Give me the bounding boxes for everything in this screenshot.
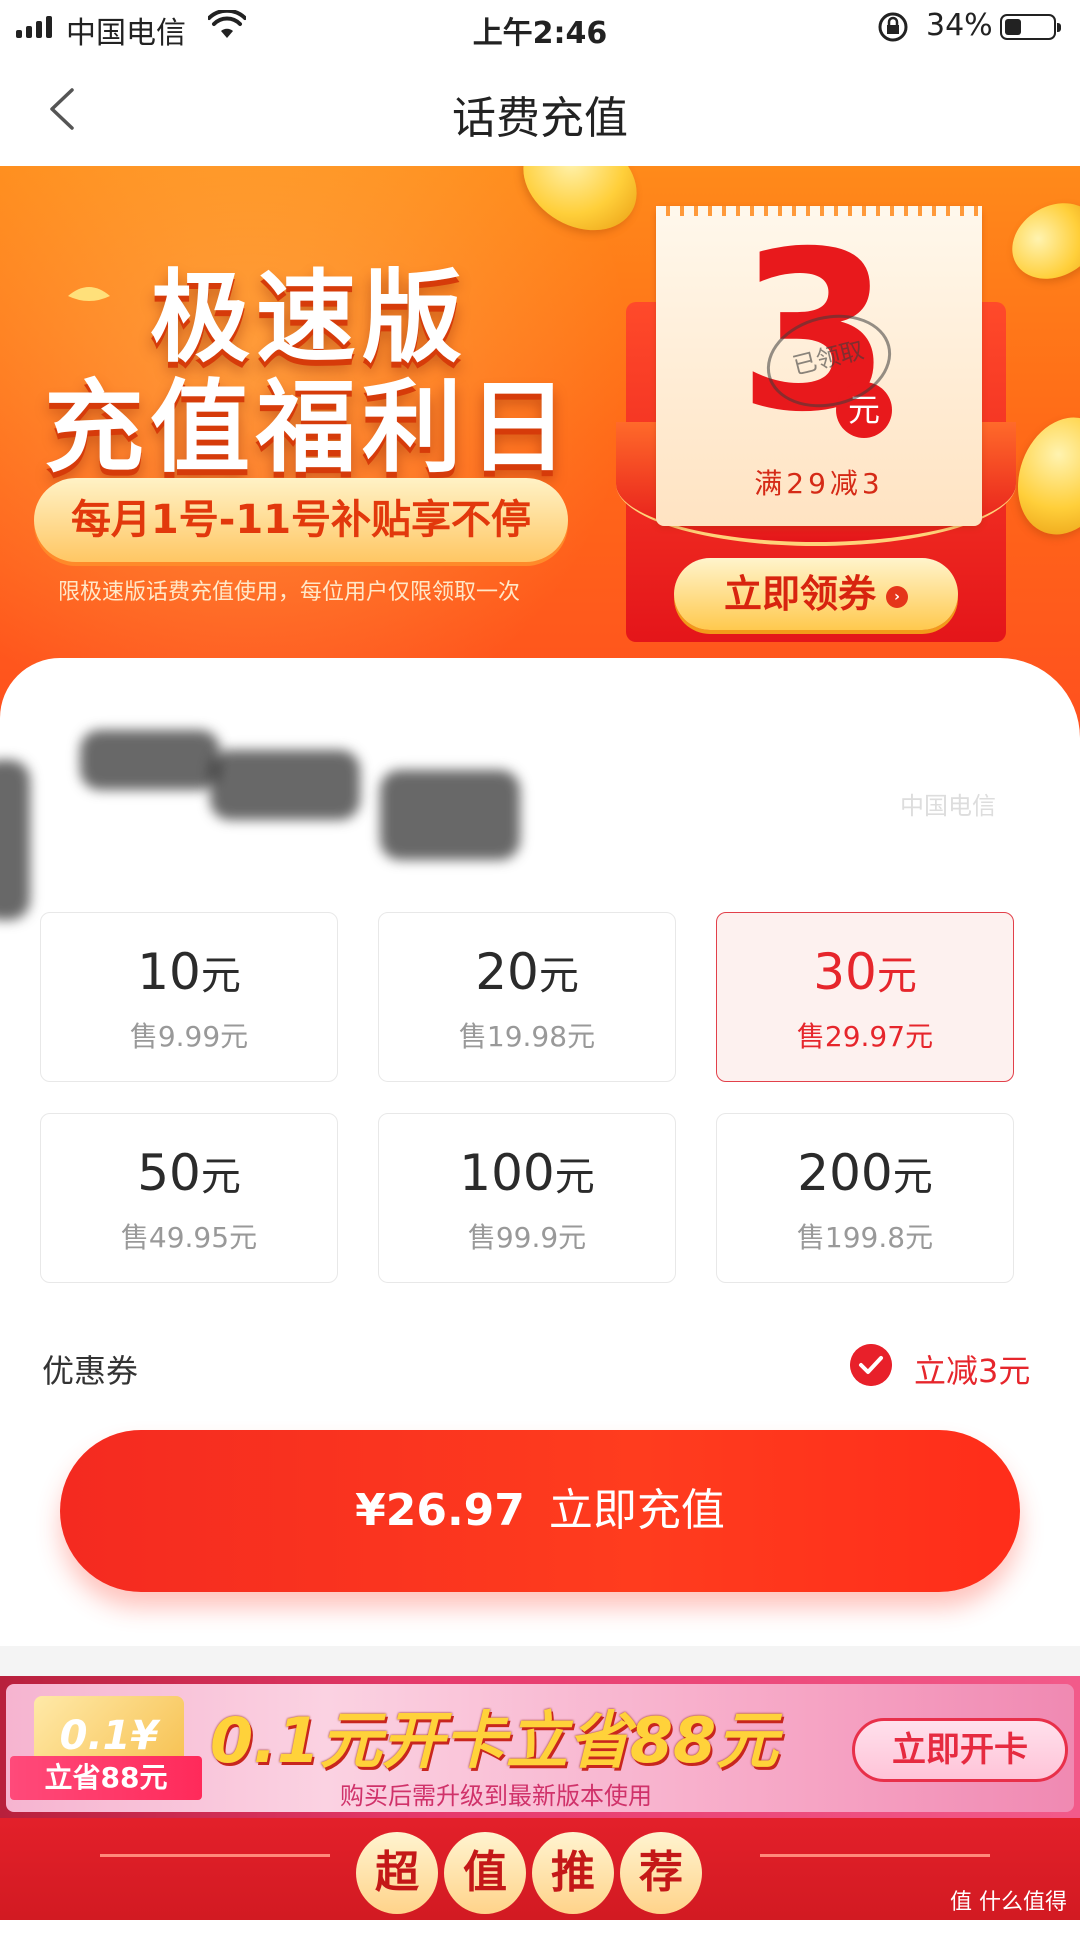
banner-note: 限极速版话费充值使用，每位用户仅限领取一次 bbox=[58, 580, 521, 605]
watermark: 值 什么值得买 bbox=[950, 1890, 1067, 1947]
recharge-label: 立即充值 bbox=[548, 1485, 725, 1536]
banner-title-line2: 充值福利日 bbox=[44, 369, 574, 486]
coin-decoration bbox=[998, 188, 1080, 294]
carrier-label-faint: 中国电信 bbox=[900, 792, 996, 820]
recommend-header: 超 值 推 荐 bbox=[0, 1818, 1080, 1920]
recommend-char: 值 bbox=[444, 1832, 526, 1914]
coupon-label: 优惠券 bbox=[42, 1352, 139, 1390]
recommend-char: 超 bbox=[356, 1832, 438, 1914]
amount-option[interactable]: 200元 售199.8元 bbox=[716, 1113, 1014, 1283]
claim-coupon-label: 立即领券 bbox=[723, 572, 876, 616]
recharge-button[interactable]: ¥26.97 立即充值 bbox=[60, 1430, 1020, 1592]
coupon-discount[interactable]: 立减3元 bbox=[914, 1346, 1030, 1392]
pay-amount: ¥26.97 bbox=[355, 1485, 525, 1536]
status-bar: 中国电信 上午2:46 34% bbox=[0, 0, 1080, 54]
coupon-ticket: 3 元 已领取 满29减3 bbox=[656, 206, 982, 526]
arrow-right-icon: › bbox=[886, 585, 908, 608]
amount-option[interactable]: 10元 售9.99元 bbox=[40, 912, 338, 1082]
redacted-phone-area bbox=[0, 640, 1080, 920]
save-tag: 立省88元 bbox=[10, 1756, 202, 1800]
open-card-button[interactable]: 立即开卡 bbox=[852, 1718, 1068, 1782]
amount-option[interactable]: 100元 售99.9元 bbox=[378, 1113, 676, 1283]
banner-subtitle: 每月1号-11号补贴享不停 bbox=[34, 478, 568, 562]
recommend-char: 荐 bbox=[620, 1832, 702, 1914]
check-icon[interactable] bbox=[850, 1344, 892, 1386]
nav-bar: 话费充值 bbox=[0, 54, 1080, 166]
coupon-condition: 满29减3 bbox=[754, 467, 884, 500]
promo-title: 0.1元开卡立省88元 bbox=[210, 1704, 779, 1777]
status-time: 上午2:46 bbox=[472, 16, 608, 51]
promo-subtitle: 购买后需升级到最新版本使用 bbox=[340, 1782, 652, 1810]
gold-ingot-icon bbox=[68, 287, 110, 301]
battery-icon bbox=[1000, 14, 1061, 40]
page-title: 话费充值 bbox=[452, 93, 628, 144]
recommend-char: 推 bbox=[532, 1832, 614, 1914]
amount-option-selected[interactable]: 30元 售29.97元 bbox=[716, 912, 1014, 1082]
amount-option[interactable]: 50元 售49.95元 bbox=[40, 1113, 338, 1283]
battery-percent: 34% bbox=[926, 8, 993, 43]
rotation-lock-icon bbox=[878, 12, 908, 42]
amount-option[interactable]: 20元 售19.98元 bbox=[378, 912, 676, 1082]
membership-promo[interactable]: 0.1¥ 立省88元 0.1元开卡立省88元 购买后需升级到最新版本使用 立即开… bbox=[0, 1676, 1080, 1818]
claim-coupon-button[interactable]: 立即领券 › bbox=[674, 558, 958, 630]
divider bbox=[0, 1646, 1080, 1676]
